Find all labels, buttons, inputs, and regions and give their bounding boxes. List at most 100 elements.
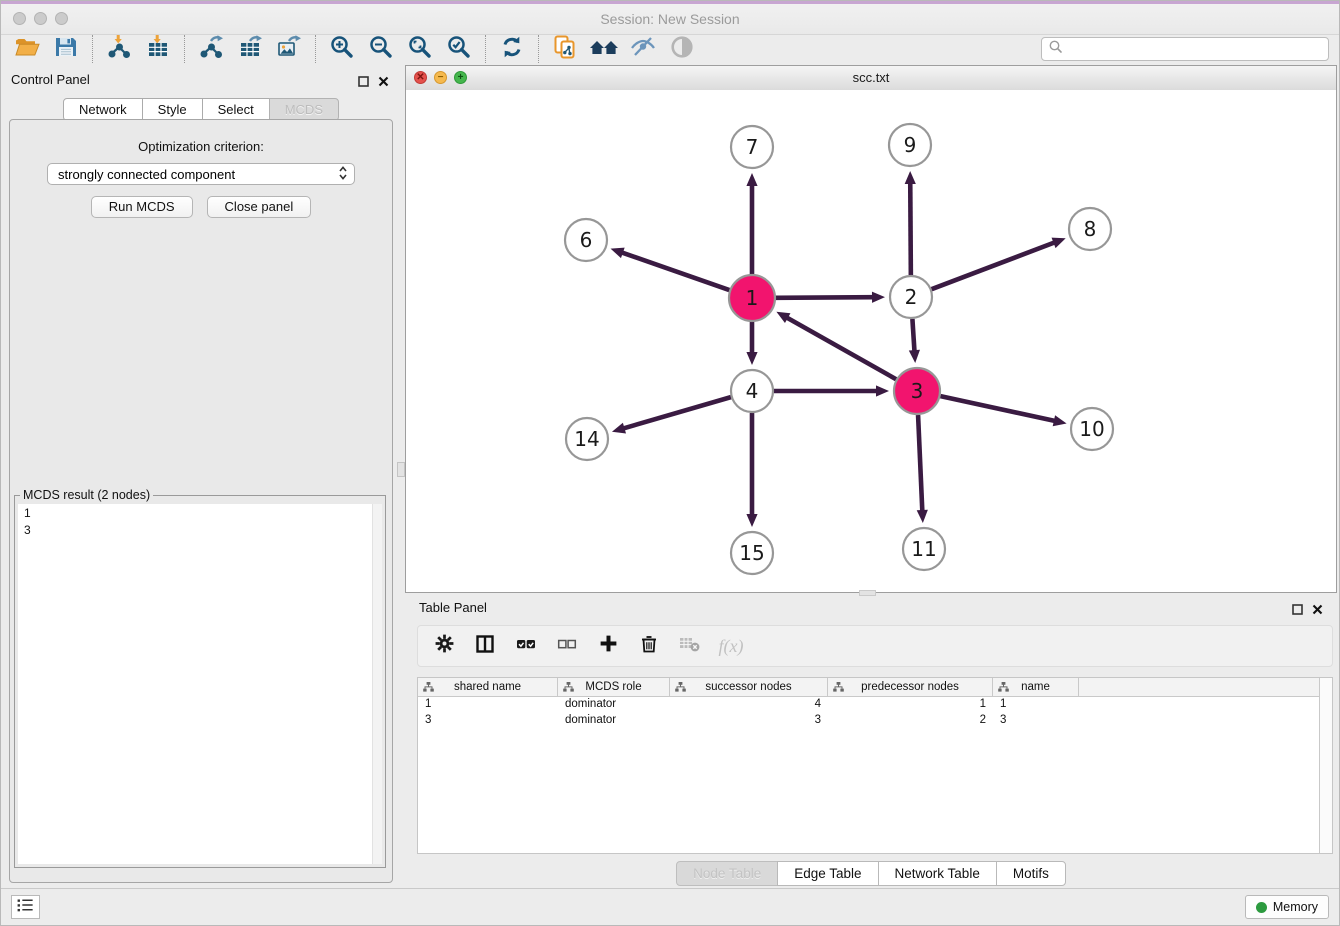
mcds-result-line: 1	[24, 505, 376, 522]
column-header-predecessor-nodes[interactable]: predecessor nodes	[828, 678, 993, 696]
graph-edge-2-9[interactable]	[905, 171, 916, 275]
graph-node-14[interactable]: 14	[566, 418, 608, 460]
graph-edge-3-10[interactable]	[940, 396, 1066, 426]
window-title: Session: New Session	[1, 11, 1339, 27]
open-session-button[interactable]	[11, 34, 43, 64]
tab-node-table[interactable]: Node Table	[676, 861, 778, 886]
table-body: 1dominator4113dominator323	[418, 697, 1332, 729]
table-cell[interactable]: 1	[993, 697, 1079, 713]
tab-edge-table[interactable]: Edge Table	[777, 861, 878, 886]
tab-motifs[interactable]: Motifs	[996, 861, 1066, 886]
column-header-successor-nodes[interactable]: successor nodes	[670, 678, 828, 696]
export-image-button[interactable]	[273, 34, 305, 64]
table-row[interactable]: 3dominator323	[418, 713, 1332, 729]
tab-select[interactable]: Select	[202, 98, 270, 121]
select-all-rows-button[interactable]	[514, 634, 538, 658]
graph-edge-1-2[interactable]	[776, 292, 885, 303]
table-row[interactable]: 1dominator411	[418, 697, 1332, 713]
tab-style[interactable]: Style	[142, 98, 203, 121]
graph-node-6[interactable]: 6	[565, 219, 607, 261]
close-panel-button[interactable]: Close panel	[207, 196, 312, 218]
network-maximize-button[interactable]: +	[454, 71, 467, 84]
export-image-icon	[276, 34, 302, 65]
graph-edge-1-4[interactable]	[746, 322, 757, 365]
close-panel-icon[interactable]	[378, 74, 389, 92]
column-header-name[interactable]: name	[993, 678, 1079, 696]
graph-edge-1-7[interactable]	[746, 173, 757, 274]
import-network-button[interactable]	[103, 34, 135, 64]
table-close-panel-icon[interactable]	[1312, 602, 1323, 620]
graph-node-15[interactable]: 15	[731, 532, 773, 574]
delete-column-button[interactable]	[637, 634, 661, 658]
table-cell[interactable]: 1	[418, 697, 558, 713]
table-cell[interactable]: 1	[828, 697, 993, 713]
optimization-criterion-select[interactable]: strongly connected component	[47, 163, 355, 185]
table-cell[interactable]: 3	[993, 713, 1079, 729]
graph-node-9[interactable]: 9	[889, 124, 931, 166]
table-toolbar: f(x)	[417, 625, 1333, 667]
graph-node-8[interactable]: 8	[1069, 208, 1111, 250]
column-header-shared-name[interactable]: shared name	[418, 678, 558, 696]
graph-edge-3-11[interactable]	[917, 415, 928, 523]
apply-layout-button[interactable]	[496, 34, 528, 64]
zoom-in-button[interactable]	[326, 34, 358, 64]
network-minimize-button[interactable]: −	[434, 71, 447, 84]
save-session-button[interactable]	[50, 34, 82, 64]
tab-network[interactable]: Network	[63, 98, 143, 121]
table-cell[interactable]: 3	[418, 713, 558, 729]
zoom-fit-button[interactable]	[404, 34, 436, 64]
zoom-out-button[interactable]	[365, 34, 397, 64]
graph-edge-2-3[interactable]	[909, 319, 920, 363]
sort-tree-icon	[675, 682, 686, 695]
import-table-button[interactable]	[142, 34, 174, 64]
table-cell[interactable]: 2	[828, 713, 993, 729]
memory-button[interactable]: Memory	[1245, 895, 1329, 919]
tab-mcds[interactable]: MCDS	[269, 98, 339, 121]
result-scrollbar[interactable]	[372, 504, 382, 864]
table-settings-button[interactable]	[432, 634, 456, 658]
first-neighbors-button[interactable]	[588, 34, 620, 64]
graph-edge-2-8[interactable]	[932, 238, 1066, 290]
task-history-button[interactable]	[11, 895, 40, 919]
export-table-button[interactable]	[234, 34, 266, 64]
zoom-selected-button[interactable]	[443, 34, 475, 64]
table-cell[interactable]: 4	[670, 697, 828, 713]
table-scrollbar[interactable]	[1319, 678, 1332, 853]
graph-node-4[interactable]: 4	[731, 370, 773, 412]
run-mcds-button[interactable]: Run MCDS	[91, 196, 193, 218]
add-column-button[interactable]	[596, 634, 620, 658]
tab-network-table[interactable]: Network Table	[878, 861, 997, 886]
graph-edge-4-15[interactable]	[746, 413, 757, 527]
network-close-button[interactable]: ✕	[414, 71, 427, 84]
table-cell[interactable]: dominator	[558, 713, 670, 729]
float-panel-icon[interactable]	[358, 74, 369, 92]
clone-network-button[interactable]	[549, 34, 581, 64]
search-field[interactable]	[1041, 37, 1329, 61]
hide-selected-button[interactable]	[627, 34, 659, 64]
mcds-result-textarea[interactable]: 13	[18, 504, 382, 864]
deselect-all-rows-button[interactable]	[555, 634, 579, 658]
graph-node-7[interactable]: 7	[731, 126, 773, 168]
import-network-icon	[106, 34, 132, 65]
table-cell[interactable]: dominator	[558, 697, 670, 713]
column-visibility-button[interactable]	[473, 634, 497, 658]
graph-node-2[interactable]: 2	[890, 276, 932, 318]
graph-node-1[interactable]: 1	[729, 275, 775, 321]
graph-node-10[interactable]: 10	[1071, 408, 1113, 450]
graph-edge-4-14[interactable]	[612, 397, 731, 433]
network-canvas[interactable]: 7 9 6 8 1 2 4 3 14 10 15 11	[406, 90, 1336, 592]
graph-edge-1-6[interactable]	[611, 248, 730, 291]
vertical-splitter-handle[interactable]	[397, 462, 405, 477]
export-network-button[interactable]	[195, 34, 227, 64]
graph-node-11[interactable]: 11	[903, 528, 945, 570]
graph-edge-4-3[interactable]	[774, 385, 889, 396]
graph-edge-3-1[interactable]	[776, 312, 896, 379]
column-header-MCDS-role[interactable]: MCDS role	[558, 678, 670, 696]
search-input[interactable]	[1064, 39, 1328, 59]
window-titlebar[interactable]: Session: New Session	[1, 1, 1339, 35]
plus-icon	[598, 633, 619, 659]
graph-node-3[interactable]: 3	[894, 368, 940, 414]
table-float-panel-icon[interactable]	[1292, 602, 1303, 620]
network-window-titlebar[interactable]: ✕ − + scc.txt	[406, 66, 1336, 91]
table-cell[interactable]: 3	[670, 713, 828, 729]
